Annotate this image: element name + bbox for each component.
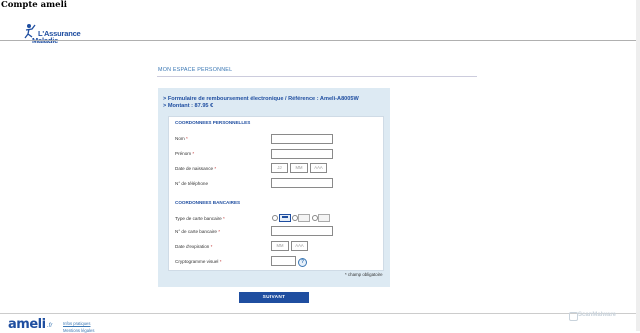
- cvv-field[interactable]: [271, 256, 296, 266]
- question-mark-icon[interactable]: ?: [298, 258, 307, 267]
- footer-divider: [0, 313, 636, 314]
- vertical-scrollbar[interactable]: [636, 0, 640, 331]
- prenom-label: Prénom *: [175, 151, 195, 156]
- phone-label: N° de téléphone: [175, 181, 208, 186]
- footer-brand-suffix: .fr: [47, 323, 53, 329]
- expiry-month-field[interactable]: MM: [271, 241, 289, 251]
- expiry-label: Date d'expiration *: [175, 244, 213, 249]
- page-heading: Compte ameli: [1, 0, 68, 10]
- card-type-label: Type de carte bancaire *: [175, 216, 225, 221]
- visa-card-icon[interactable]: [298, 214, 310, 222]
- birthdate-label: Date de naissance *: [175, 166, 217, 171]
- expiry-year-field[interactable]: AAA: [291, 241, 308, 251]
- nom-field[interactable]: [271, 134, 333, 144]
- card-number-label: N° de carte bancaire *: [175, 229, 221, 234]
- bank-section-title: COORDONNEES BANCAIRES: [175, 200, 241, 205]
- section-title: MON ESPACE PERSONNEL: [158, 67, 233, 73]
- cvv-label: Cryptogramme visuel *: [175, 259, 222, 264]
- card-number-field[interactable]: [271, 226, 333, 236]
- nom-label: Nom *: [175, 136, 188, 141]
- required-field-note: * champ obligatoire: [345, 272, 383, 277]
- scanmalware-icon: [569, 312, 578, 321]
- section-divider: [157, 76, 477, 77]
- form-reference: > Formulaire de remboursement électroniq…: [163, 96, 359, 110]
- personal-section-title: COORDONNEES PERSONNELLES: [175, 120, 251, 125]
- reference-line: > Formulaire de remboursement électroniq…: [163, 96, 359, 102]
- submit-button[interactable]: SUIVANT: [239, 292, 309, 303]
- header-divider: [0, 40, 636, 41]
- footer-link-infos[interactable]: Infos pratiques: [63, 321, 90, 326]
- cb-card-icon[interactable]: [279, 214, 291, 222]
- footer-brand-logo[interactable]: ameli: [8, 317, 46, 332]
- card-type-radio-cb[interactable]: [272, 215, 278, 221]
- phone-field[interactable]: [271, 178, 333, 188]
- prenom-field[interactable]: [271, 149, 333, 159]
- birth-month-field[interactable]: MM: [290, 163, 308, 173]
- assurance-maladie-logo[interactable]: L'Assurance Maladie: [24, 23, 82, 45]
- birth-year-field[interactable]: AAA: [310, 163, 327, 173]
- watermark-text: ScanMalware: [578, 312, 617, 318]
- birth-day-field[interactable]: JJ: [271, 163, 288, 173]
- amount-line: > Montant : 87.95 €: [163, 103, 214, 109]
- mastercard-card-icon[interactable]: [318, 214, 330, 222]
